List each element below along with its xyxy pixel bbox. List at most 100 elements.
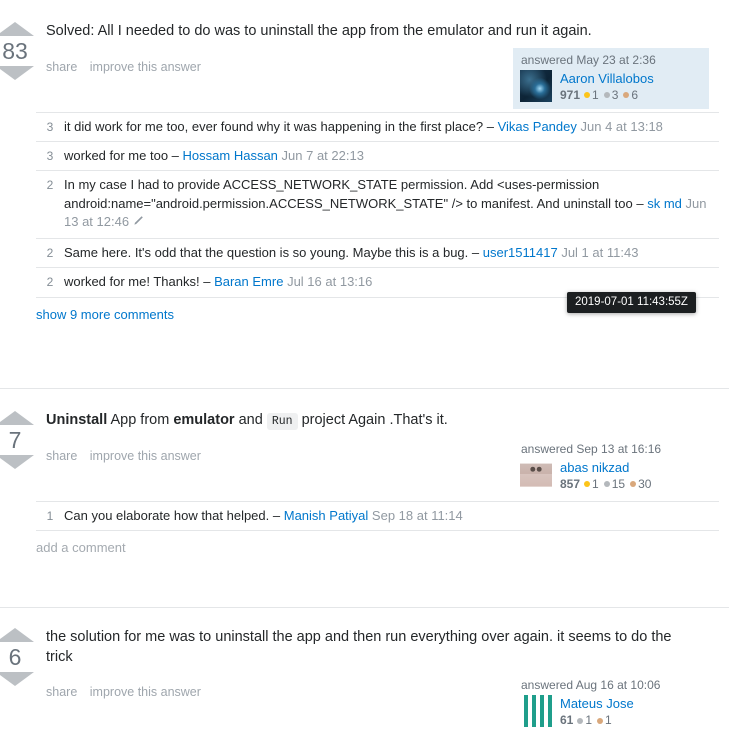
silver-badge-count: 3: [611, 87, 619, 102]
comment-date[interactable]: Jun 7 at 22:13: [282, 148, 364, 163]
share-button[interactable]: share: [46, 449, 77, 463]
vote-count: 6: [8, 644, 22, 670]
comment-item: 3 worked for me too – Hossam Hassan Jun …: [36, 142, 719, 172]
answer-post-1: 83 Solved: All I needed to do was to uni…: [0, 0, 729, 371]
bronze-badge[interactable]: 1: [597, 713, 612, 728]
comment-item: 3 it did work for me too, ever found why…: [36, 113, 719, 143]
user-name-link[interactable]: abas nikzad: [560, 460, 656, 475]
comment-author-link[interactable]: Vikas Pandey: [498, 119, 577, 134]
share-button[interactable]: share: [46, 60, 77, 74]
downvote-arrow-icon[interactable]: [0, 66, 34, 80]
silver-badge-icon: [577, 717, 584, 724]
comment-dash: –: [171, 148, 179, 164]
comment-dash: –: [486, 118, 494, 134]
comment-dash: –: [272, 507, 281, 523]
answer-text: Solved: All I needed to do was to uninst…: [46, 23, 592, 39]
add-comment-link[interactable]: add a comment: [36, 531, 719, 555]
show-more-comments-link[interactable]: show 9 more comments: [36, 307, 174, 322]
bronze-badge-icon: [597, 717, 604, 724]
improve-answer-button[interactable]: improve this answer: [90, 60, 201, 74]
share-button[interactable]: share: [46, 685, 77, 699]
downvote-arrow-icon[interactable]: [0, 455, 34, 469]
gold-badge[interactable]: 1: [584, 88, 599, 103]
avatar[interactable]: [520, 458, 552, 491]
answered-timestamp: answered Sep 13 at 16:16: [521, 441, 662, 456]
answer-bold-uninstall: Uninstall: [46, 412, 108, 428]
comment-body: worked for me too – Hossam Hassan Jun 7 …: [64, 147, 719, 165]
user-name-link[interactable]: Mateus Jose: [560, 696, 634, 711]
comment-date[interactable]: Jul 1 at 11:43: [561, 245, 638, 260]
comment-item: 2 Same here. It's odd that the question …: [36, 239, 719, 269]
silver-badge-icon: [603, 92, 610, 99]
upvote-arrow-icon[interactable]: [0, 628, 34, 642]
reputation-score: 857: [560, 476, 581, 491]
user-reputation-row: 61 1 1: [560, 713, 634, 728]
bronze-badge-count: 1: [605, 713, 612, 728]
answer-text-tail: project Again .That's it.: [297, 412, 448, 428]
user-reputation-row: 857 1 15 30: [560, 477, 656, 492]
comment-score: 1: [46, 508, 54, 523]
comment-author-link[interactable]: user1511417: [483, 245, 558, 260]
comment-date[interactable]: Jul 16 at 13:16: [287, 274, 372, 289]
silver-badge-icon: [603, 481, 610, 488]
comment-dash: –: [636, 195, 644, 211]
answerer-card-3: answered Aug 16 at 10:06 Mateus Jose 61 …: [513, 673, 709, 734]
reputation-score: 971: [560, 87, 581, 102]
edit-pencil-icon[interactable]: [132, 214, 144, 232]
user-name-link[interactable]: Aaron Villalobos: [560, 71, 654, 86]
gold-badge-count: 1: [592, 476, 599, 491]
bronze-badge-count: 6: [631, 87, 639, 102]
comment-text: it did work for me too, ever found why i…: [64, 118, 484, 134]
comment-body: In my case I had to provide ACCESS_NETWO…: [64, 176, 719, 232]
comment-item: 1 Can you elaborate how that helped. – M…: [36, 502, 719, 532]
vote-column-2: 7: [0, 411, 38, 469]
comment-item: 2 In my case I had to provide ACCESS_NET…: [36, 171, 719, 239]
gold-badge[interactable]: 1: [584, 477, 599, 492]
answer-text-mid2: and: [234, 412, 267, 428]
post-menu-2: share improve this answer: [46, 449, 210, 463]
user-row: Mateus Jose 61 1 1: [520, 695, 702, 728]
comments-list-1: 3 it did work for me too, ever found why…: [36, 111, 719, 322]
silver-badge[interactable]: 15: [603, 476, 626, 492]
comment-score: 3: [46, 149, 54, 164]
gold-badge-count: 1: [592, 87, 599, 102]
comment-date[interactable]: Jun 4 at 13:18: [581, 119, 663, 134]
comment-author-link[interactable]: sk md: [647, 196, 682, 211]
comment-author-link[interactable]: Hossam Hassan: [183, 148, 278, 163]
user-details: Mateus Jose 61 1 1: [560, 695, 634, 728]
bronze-badge[interactable]: 6: [623, 88, 638, 103]
user-reputation-row: 971 1 3 6: [560, 88, 654, 103]
comment-score: 2: [46, 245, 54, 260]
silver-badge-count: 1: [585, 713, 593, 728]
bronze-badge-count: 30: [638, 476, 652, 491]
post-action-row-1: share improve this answer answered May 2…: [46, 47, 719, 112]
comment-text: worked for me too: [64, 148, 169, 164]
silver-badge[interactable]: 3: [603, 87, 619, 103]
post-body-2: Uninstall App from emulator and Run proj…: [46, 389, 729, 501]
silver-badge-count: 15: [611, 476, 626, 491]
answerer-card-1: answered May 23 at 2:36 Aaron Villalobos…: [513, 47, 709, 109]
bronze-badge-icon: [630, 481, 637, 488]
bronze-badge[interactable]: 30: [630, 477, 651, 492]
comment-date[interactable]: Sep 18 at 11:14: [372, 508, 463, 523]
comment-dash: –: [203, 274, 211, 290]
improve-answer-button[interactable]: improve this answer: [90, 685, 201, 699]
upvote-arrow-icon[interactable]: [0, 411, 34, 425]
silver-badge[interactable]: 1: [577, 713, 592, 728]
comment-body: it did work for me too, ever found why i…: [64, 118, 719, 136]
upvote-arrow-icon[interactable]: [0, 22, 34, 36]
vote-count: 7: [8, 427, 22, 453]
downvote-arrow-icon[interactable]: [0, 672, 34, 686]
answered-timestamp: answered May 23 at 2:36: [521, 52, 656, 67]
vote-count: 83: [2, 38, 28, 64]
improve-answer-button[interactable]: improve this answer: [90, 449, 201, 463]
comment-score: 2: [46, 275, 54, 290]
answer-text: the solution for me was to uninstall the…: [46, 629, 672, 665]
user-row: Aaron Villalobos 971 1 3 6: [520, 69, 702, 103]
comment-author-link[interactable]: Baran Emre: [214, 274, 283, 289]
comment-author-link[interactable]: Manish Patiyal: [284, 508, 369, 523]
avatar[interactable]: [520, 69, 552, 102]
avatar[interactable]: [520, 695, 552, 728]
post-action-row-2: share improve this answer answered Sep 1…: [46, 441, 719, 501]
user-row: abas nikzad 857 1 15 30: [520, 458, 702, 492]
